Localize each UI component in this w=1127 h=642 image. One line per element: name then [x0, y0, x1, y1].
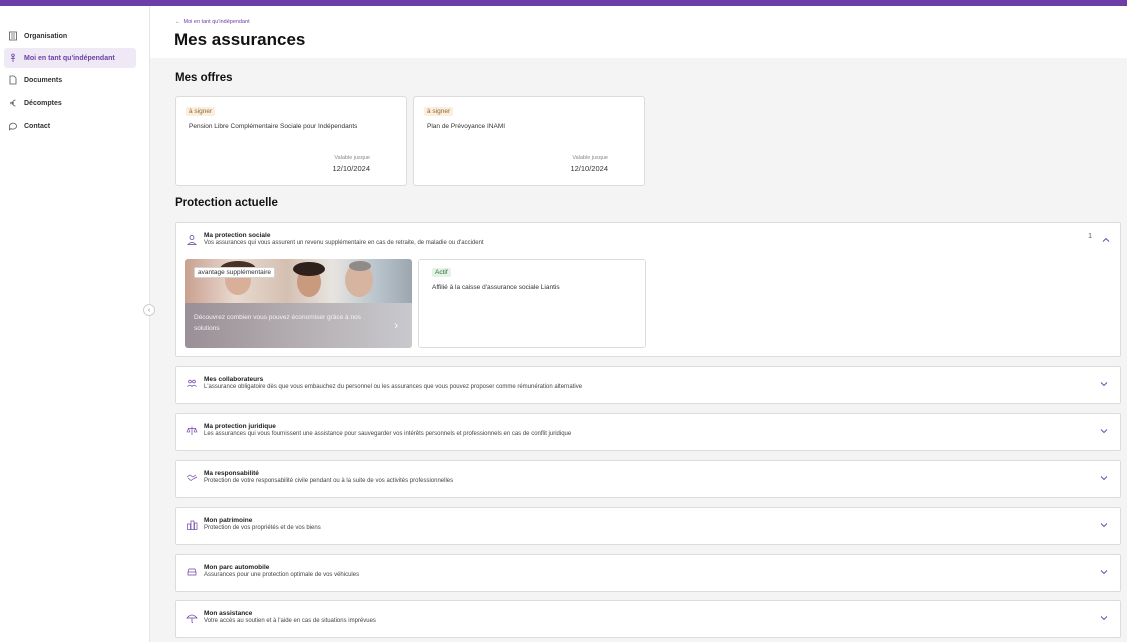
- arrow-left-icon: ←: [175, 19, 181, 25]
- collapse-sidebar-button[interactable]: ‹: [143, 304, 155, 316]
- sidebar: Organisation Moi en tant qu'indépendant …: [0, 6, 148, 642]
- chevron-left-icon: ‹: [147, 306, 151, 314]
- panel-title: Mon assistance: [204, 610, 253, 617]
- car-icon: [186, 566, 198, 578]
- chat-icon: [8, 121, 18, 131]
- panel-parc-automobile[interactable]: Mon parc automobile Assurances pour une …: [175, 554, 1121, 592]
- panel-title: Ma responsabilité: [204, 470, 259, 477]
- panel-title: Mon parc automobile: [204, 564, 270, 571]
- valid-until-label: Valable jusque: [334, 155, 370, 161]
- sidebar-item-label: Décomptes: [24, 99, 62, 107]
- chevron-right-icon: ›: [394, 320, 398, 332]
- status-text: Affilié à la caisse d'assurance sociale …: [432, 284, 560, 291]
- panel-description: Vos assurances qui vous assurent un reve…: [204, 240, 484, 246]
- valid-until-date: 12/10/2024: [570, 164, 608, 173]
- panel-description: Assurances pour une protection optimale …: [204, 572, 360, 578]
- buildings-icon: [186, 519, 198, 531]
- chevron-down-icon[interactable]: [1098, 612, 1110, 624]
- building-icon: [8, 31, 18, 41]
- chevron-up-icon[interactable]: [1100, 234, 1112, 246]
- promo-photo: [185, 259, 412, 303]
- panel-description: Protection de votre responsabilité civil…: [204, 478, 454, 484]
- photo-hair: [293, 262, 325, 276]
- offer-card[interactable]: à signer Pension Libre Complémentaire So…: [175, 96, 407, 186]
- sidebar-item-contact[interactable]: Contact: [4, 116, 136, 136]
- euro-icon: [8, 98, 18, 108]
- panel-title: Ma protection juridique: [204, 423, 276, 430]
- valid-until-label: Valable jusque: [572, 155, 608, 161]
- panel-collaborateurs[interactable]: Mes collaborateurs L'assurance obligatoi…: [175, 366, 1121, 404]
- offers-section-title: Mes offres: [175, 72, 233, 84]
- panel-responsabilite[interactable]: Ma responsabilité Protection de votre re…: [175, 460, 1121, 498]
- sidebar-item-label: Moi en tant qu'indépendant: [24, 54, 115, 62]
- panel-assistance[interactable]: Mon assistance Votre accès au soutien et…: [175, 600, 1121, 638]
- offer-card[interactable]: à signer Plan de Prévoyance INAMI Valabl…: [413, 96, 645, 186]
- sidebar-item-decomptes[interactable]: Décomptes: [4, 93, 136, 113]
- main-content: ← Moi en tant qu'indépendant Mes assuran…: [149, 6, 1127, 642]
- sidebar-item-label: Organisation: [24, 32, 68, 40]
- status-badge: à signer: [424, 107, 454, 116]
- people-icon: [186, 378, 198, 390]
- umbrella-icon: [186, 612, 198, 624]
- chevron-down-icon[interactable]: [1098, 378, 1110, 390]
- handshake-icon: [186, 472, 198, 484]
- person-outline-icon: [186, 234, 198, 246]
- chevron-down-icon[interactable]: [1098, 472, 1110, 484]
- panel-count: 1: [1088, 233, 1092, 240]
- promo-text: Découvrez combien vous pouvez économiser…: [194, 314, 361, 332]
- promo-badge: avantage supplémentaire: [194, 267, 275, 278]
- panel-description: Les assurances qui vous fournissent une …: [204, 431, 572, 437]
- chevron-down-icon[interactable]: [1098, 566, 1110, 578]
- page-header: ← Moi en tant qu'indépendant Mes assuran…: [150, 6, 1127, 58]
- legal-icon: [186, 425, 198, 437]
- status-card[interactable]: Actif Affilié à la caisse d'assurance so…: [418, 259, 646, 348]
- panel-description: Votre accès au soutien et à l'aide en ca…: [204, 618, 376, 624]
- sidebar-item-organisation[interactable]: Organisation: [4, 26, 136, 46]
- offer-name: Plan de Prévoyance INAMI: [427, 123, 506, 130]
- promo-card[interactable]: avantage supplémentaire Découvrez combie…: [185, 259, 412, 348]
- panel-protection-juridique[interactable]: Ma protection juridique Les assurances q…: [175, 413, 1121, 451]
- panel-header[interactable]: Ma protection sociale Vos assurances qui…: [176, 223, 1122, 259]
- sidebar-item-independant[interactable]: Moi en tant qu'indépendant: [4, 48, 136, 68]
- chevron-down-icon[interactable]: [1098, 519, 1110, 531]
- status-badge: Actif: [432, 268, 451, 277]
- back-link-label: Moi en tant qu'indépendant: [183, 19, 250, 25]
- sidebar-item-label: Contact: [24, 122, 51, 130]
- photo-hair: [349, 261, 371, 271]
- page-title: Mes assurances: [174, 30, 306, 49]
- panel-protection-sociale: Ma protection sociale Vos assurances qui…: [175, 222, 1121, 357]
- back-link[interactable]: ← Moi en tant qu'indépendant: [175, 19, 250, 25]
- protection-section-title: Protection actuelle: [175, 197, 278, 209]
- sidebar-item-documents[interactable]: Documents: [4, 70, 136, 90]
- panel-patrimoine[interactable]: Mon patrimoine Protection de vos proprié…: [175, 507, 1121, 545]
- document-icon: [8, 75, 18, 85]
- chevron-down-icon[interactable]: [1098, 425, 1110, 437]
- valid-until-date: 12/10/2024: [332, 164, 370, 173]
- panel-title: Ma protection sociale: [204, 232, 271, 239]
- offer-name: Pension Libre Complémentaire Sociale pou…: [189, 123, 358, 130]
- sidebar-item-label: Documents: [24, 76, 63, 84]
- panel-description: Protection de vos propriétés et de vos b…: [204, 525, 321, 531]
- panel-description: L'assurance obligatoire dès que vous emb…: [204, 384, 583, 390]
- person-icon: [8, 53, 18, 63]
- panel-title: Mon patrimoine: [204, 517, 253, 524]
- panel-title: Mes collaborateurs: [204, 376, 264, 383]
- status-badge: à signer: [186, 107, 216, 116]
